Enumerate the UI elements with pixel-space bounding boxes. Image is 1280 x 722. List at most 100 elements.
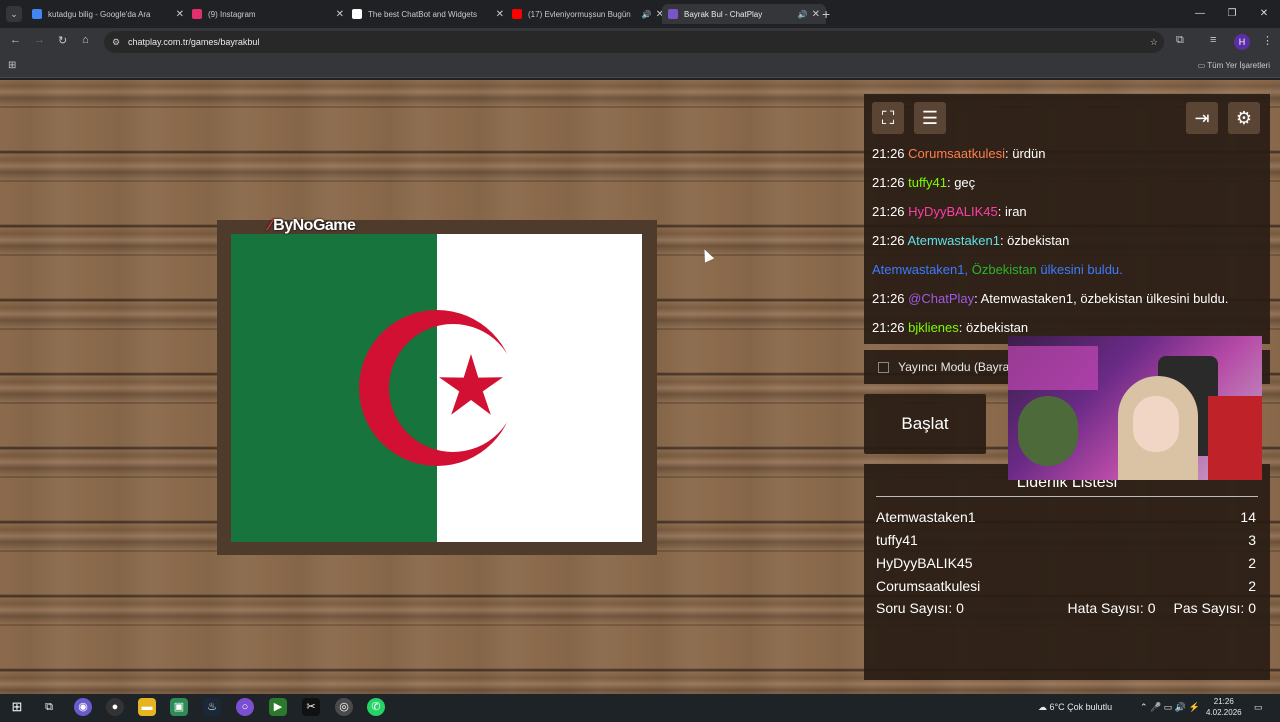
browser-tab[interactable]: (17) Evleniyormuşsun Bugün 🔊 ✕	[506, 4, 670, 24]
chat-text: : iran	[997, 204, 1027, 219]
chat-text: : Atemwastaken1, özbekistan ülkesini bul…	[974, 291, 1229, 306]
leaderboard-score: 3	[1248, 532, 1256, 548]
webcam-background-screen	[1008, 346, 1098, 390]
chat-message: 21:26 @ChatPlay: Atemwastaken1, özbekist…	[872, 291, 1268, 320]
media-app-icon[interactable]: ▶	[269, 698, 287, 716]
tab-favicon-icon	[512, 9, 522, 19]
browser-tab[interactable]: The best ChatBot and Widgets ✕	[346, 4, 510, 24]
fullscreen-icon[interactable]: ⛶	[872, 102, 904, 134]
browser-tab[interactable]: kutadgu bilig - Google'da Ara ✕	[26, 4, 190, 24]
leaderboard-name: Atemwastaken1	[876, 509, 976, 525]
windows-taskbar: ⊞ ⧉ ◉ ● ▬ ▣ ♨ ○ ▶ ✂ ◎ ✆ ☁ 6°C Çok bulutl…	[0, 694, 1280, 720]
bookmark-star-icon[interactable]: ☆	[1150, 31, 1158, 53]
chat-time: 21:26	[872, 320, 905, 335]
app-circle-icon[interactable]: ○	[236, 698, 254, 716]
flag-image	[231, 234, 642, 542]
chat-system-part: Özbekistan	[968, 262, 1037, 277]
media-controls-icon[interactable]: ≡	[1210, 34, 1216, 46]
apps-grid-icon[interactable]: ⊞	[8, 60, 16, 71]
whatsapp-icon[interactable]: ✆	[367, 698, 385, 716]
back-icon[interactable]: ←	[10, 34, 21, 46]
tab-search-button[interactable]: ⌄	[6, 6, 22, 22]
chat-time: 21:26	[872, 146, 905, 161]
tab-favicon-icon	[668, 9, 678, 19]
url-bar[interactable]: ⚙ chatplay.com.tr/games/bayrakbul ☆	[104, 31, 1164, 53]
tab-audio-icon[interactable]: 🔊	[798, 10, 808, 19]
store-icon[interactable]: ▣	[170, 698, 188, 716]
tab-favicon-icon	[352, 9, 362, 19]
leaderboard-row: tuffy41 3	[876, 532, 1256, 548]
game-page: ⁄ ByNoGame ⛶ ☰ ⇥ ⚙ 21:26 Corumsaatkulesi:…	[0, 80, 1280, 694]
leaderboard-score: 14	[1240, 509, 1256, 525]
steam-icon[interactable]: ♨	[203, 698, 221, 716]
tab-audio-icon[interactable]: 🔊	[642, 10, 652, 19]
tab-close-icon[interactable]: ✕	[496, 9, 504, 20]
chat-username: HyDyyBALIK45	[908, 204, 998, 219]
notifications-icon[interactable]: ▭	[1254, 694, 1263, 720]
webcam-person-face	[1133, 396, 1179, 452]
webcam-chair-side	[1208, 396, 1262, 480]
all-bookmarks-button[interactable]: ▭ Tüm Yer İşaretleri	[1198, 61, 1270, 70]
chat-time: 21:26	[872, 233, 905, 248]
clock-date: 4.02.2026	[1206, 708, 1242, 717]
chat-system-message: Atemwastaken1, Özbekistan ülkesini buldu…	[872, 262, 1268, 291]
reload-icon[interactable]: ↻	[58, 34, 67, 47]
tab-title: (9) Instagram	[208, 9, 256, 19]
minimize-button[interactable]: —	[1184, 0, 1216, 28]
tab-favicon-icon	[192, 9, 202, 19]
restore-button[interactable]: ❐	[1216, 0, 1248, 28]
all-bookmarks-label: Tüm Yer İşaretleri	[1207, 61, 1270, 70]
leaderboard-name: tuffy41	[876, 532, 918, 548]
chrome-icon[interactable]: ◎	[335, 698, 353, 716]
chat-message: 21:26 Atemwastaken1: özbekistan	[872, 233, 1268, 262]
clock[interactable]: 21:26 4.02.2026	[1206, 696, 1242, 722]
leaderboard-name: Corumsaatkulesi	[876, 578, 981, 594]
file-explorer-icon[interactable]: ▬	[138, 698, 156, 716]
chat-username: bjklienes	[908, 320, 959, 335]
obs-icon[interactable]: ●	[106, 698, 124, 716]
chat-message: 21:26 HyDyyBALIK45: iran	[872, 204, 1268, 233]
chat-text: : ürdün	[1005, 146, 1046, 161]
chat-time: 21:26	[872, 175, 905, 190]
tab-close-icon[interactable]: ✕	[176, 9, 184, 20]
new-tab-button[interactable]: +	[822, 6, 830, 22]
chat-username: tuffy41	[908, 175, 947, 190]
chat-system-part: Atemwastaken1,	[872, 262, 969, 277]
settings-gear-icon[interactable]: ⚙	[1228, 102, 1260, 134]
profile-avatar[interactable]: H	[1234, 34, 1250, 50]
chat-username: @ChatPlay	[908, 291, 975, 306]
chat-username: Atemwastaken1	[907, 233, 1000, 248]
browser-tab[interactable]: (9) Instagram ✕	[186, 4, 350, 24]
folder-icon: ▭	[1197, 61, 1208, 70]
copilot-icon[interactable]: ◉	[74, 698, 92, 716]
weather-cloud-icon: ☁	[1038, 702, 1050, 712]
crescent	[359, 310, 515, 466]
chat-panel: ⛶ ☰ ⇥ ⚙ 21:26 Corumsaatkulesi: ürdün 21:2…	[864, 94, 1270, 344]
forward-icon[interactable]: →	[34, 34, 45, 46]
start-button[interactable]: Başlat	[864, 394, 986, 454]
chat-message: 21:26 tuffy41: geç	[872, 175, 1268, 204]
exit-icon[interactable]: ⇥	[1186, 102, 1218, 134]
site-info-icon[interactable]: ⚙	[112, 31, 120, 53]
menu-icon[interactable]: ⋮	[1262, 34, 1273, 47]
leaderboard-stats: Soru Sayısı: 0 Hata Sayısı: 0 Pas Sayısı…	[876, 600, 1256, 616]
leaderboard-row: Corumsaatkulesi 2	[876, 578, 1256, 594]
close-window-button[interactable]: ✕	[1248, 0, 1280, 28]
webcam-overlay	[1008, 336, 1262, 480]
task-view-icon[interactable]: ⧉	[40, 698, 58, 716]
chat-message: 21:26 Corumsaatkulesi: ürdün	[872, 146, 1268, 175]
browser-tab-bar: ⌄ kutadgu bilig - Google'da Ara ✕ (9) Inst…	[0, 0, 1280, 28]
tab-close-icon[interactable]: ✕	[336, 9, 344, 20]
browser-tab[interactable]: Bayrak Bul - ChatPlay 🔊 ✕	[662, 4, 826, 24]
notes-icon[interactable]: ☰	[914, 102, 946, 134]
streamer-mode-checkbox[interactable]	[878, 362, 889, 374]
windows-start-icon[interactable]: ⊞	[8, 698, 26, 716]
tray-icons[interactable]: ⌃ 🎤 ▭ 🔊 ⚡	[1140, 694, 1200, 720]
url-text: chatplay.com.tr/games/bayrakbul	[128, 37, 260, 47]
weather-widget[interactable]: ☁ 6°C Çok bulutlu	[1038, 694, 1112, 720]
pass-count: Pas Sayısı: 0	[1173, 600, 1257, 616]
extensions-icon[interactable]: ⧉	[1176, 34, 1184, 47]
home-icon[interactable]: ⌂	[82, 34, 89, 46]
tab-close-icon[interactable]: ✕	[812, 9, 820, 20]
capcut-icon[interactable]: ✂	[302, 698, 320, 716]
